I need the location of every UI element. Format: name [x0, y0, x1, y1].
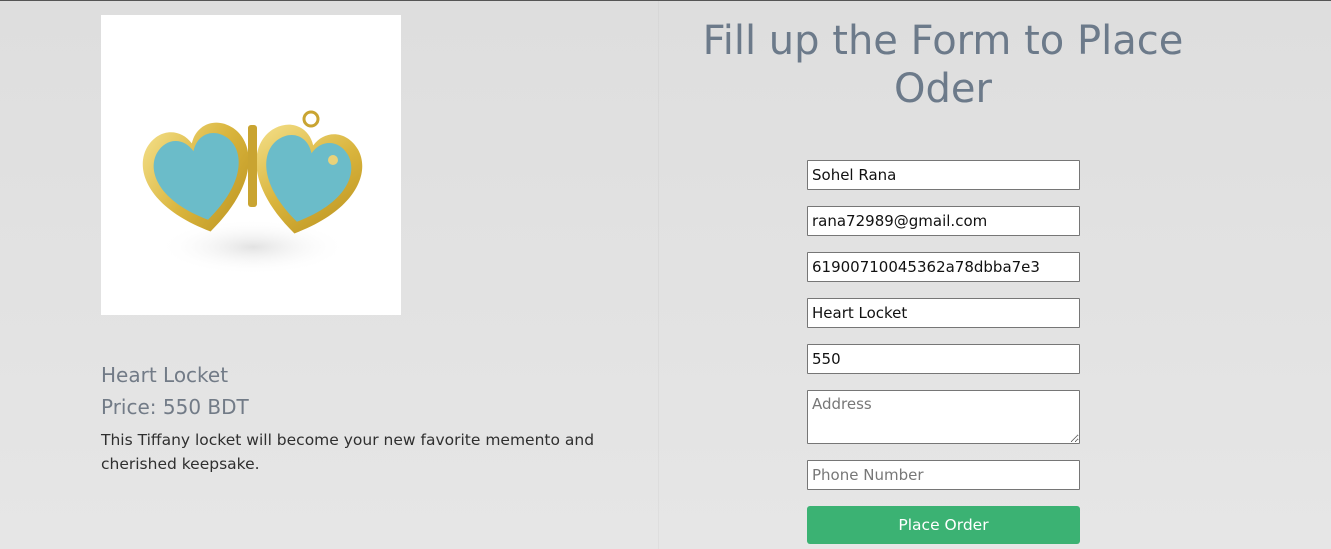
form-title: Fill up the Form to Place Oder — [702, 18, 1184, 112]
place-order-button[interactable]: Place Order — [807, 506, 1080, 544]
name-field[interactable] — [807, 160, 1080, 190]
price-field[interactable] — [807, 344, 1080, 374]
product-id-field[interactable] — [807, 252, 1080, 282]
column-divider — [658, 1, 659, 549]
product-image — [101, 15, 401, 315]
address-field[interactable] — [807, 390, 1080, 444]
phone-field[interactable] — [807, 460, 1080, 490]
order-page: Heart Locket Price: 550 BDT This Tiffany… — [0, 0, 1331, 549]
product-price: Price: 550 BDT — [101, 395, 249, 419]
product-name: Heart Locket — [101, 363, 229, 387]
product-description: This Tiffany locket will become your new… — [101, 431, 595, 473]
product-name-field[interactable] — [807, 298, 1080, 328]
email-field[interactable] — [807, 206, 1080, 236]
heart-locket-image — [142, 110, 363, 275]
